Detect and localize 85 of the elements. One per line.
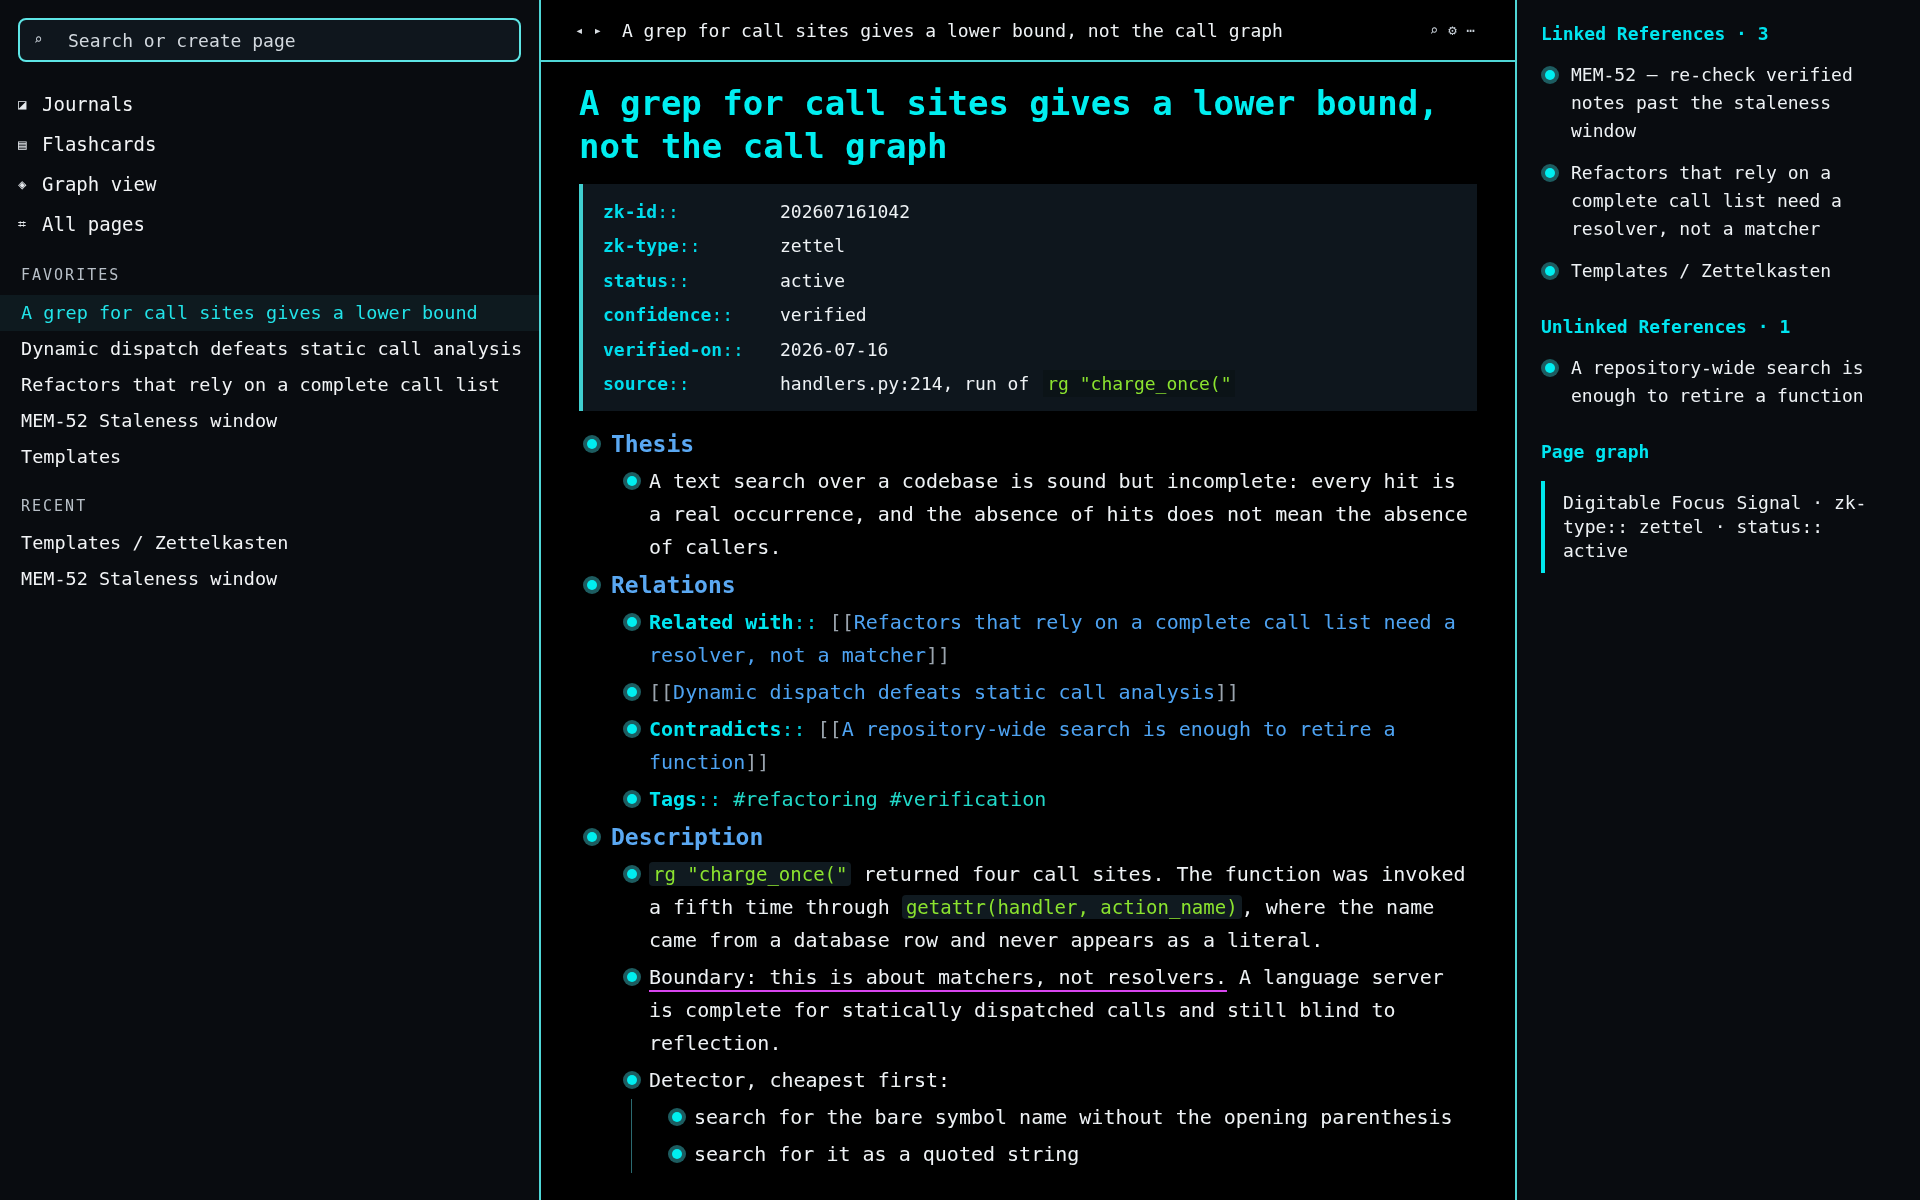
page-title-label: A grep for call sites gives a lower bound, not the call graph xyxy=(621,18,1284,43)
property-value: active xyxy=(780,268,846,293)
references-heading: Unlinked References · 1 xyxy=(1541,315,1792,339)
block-text: search for the bare symbol name without the opening parenthesis xyxy=(694,1104,1453,1131)
block-text: Contradicts:: [[A repository-wide search is enough to retire a function]] xyxy=(649,716,1397,776)
section-heading: FAVORITES xyxy=(20,265,122,286)
page-link[interactable]: Refactors that rely on a complete call list need a xyxy=(853,610,1456,634)
bullet-icon xyxy=(668,1108,686,1126)
reference-link[interactable]: MEM-52 — re-check verified notes past the staleness window xyxy=(1571,61,1871,145)
references-heading: Linked References · 3 xyxy=(1541,22,1770,46)
more-button[interactable]: ⋯ xyxy=(1466,19,1475,41)
property-key: zk-id:: xyxy=(603,197,780,225)
block-text: Boundary: this is about matchers, not resolvers. A language server is complete for statically dispatched calls and still blind to reflection. xyxy=(649,964,1445,1057)
page-link[interactable]: resolver, not a matcher xyxy=(649,643,926,667)
page-item[interactable]: Templates xyxy=(0,438,539,475)
hash-icon: ⌗ xyxy=(18,213,32,235)
page-item[interactable]: A grep for call sites gives a lower bound xyxy=(0,294,539,331)
forward-button[interactable]: ▸ xyxy=(593,19,602,41)
block-text: A text search over a codebase is sound but incomplete: every hit is a real occurrence, and the absence of hits does not mean the absence of callers. xyxy=(649,468,1469,561)
bullet-icon xyxy=(623,968,641,986)
page-link[interactable]: Dynamic dispatch defeats static call analysis xyxy=(673,680,1215,704)
property-value: verified xyxy=(780,303,867,328)
nav-link[interactable]: Journals xyxy=(42,89,134,119)
bullet-icon xyxy=(623,1071,641,1089)
back-button[interactable]: ◂ xyxy=(575,19,584,41)
section-heading: Description xyxy=(611,822,764,852)
reference-link[interactable]: Refactors that rely on a complete call list need a resolver, not a matcher xyxy=(1571,159,1871,243)
property-value: zettel xyxy=(780,234,846,259)
property-value: handlers.py:214, run of xyxy=(780,372,1030,397)
tag-link[interactable]: #verification xyxy=(889,787,1047,811)
section-heading: Thesis xyxy=(611,429,695,459)
bullet-icon xyxy=(1541,164,1559,182)
block-text: [[Dynamic dispatch defeats static call analysis]] xyxy=(649,679,1241,706)
block-text: Detector, cheapest first: xyxy=(649,1067,952,1094)
nav-link[interactable]: Graph view xyxy=(42,169,157,199)
settings-button[interactable]: ⚙ xyxy=(1448,19,1457,41)
list-icon: ▤ xyxy=(18,133,32,155)
search-icon: ⌕ xyxy=(34,30,43,48)
page-item[interactable]: MEM-52 Staleness window xyxy=(0,561,539,597)
nav-link[interactable]: Flashcards xyxy=(42,129,157,159)
bullet-icon xyxy=(583,576,601,594)
bullet-icon xyxy=(583,828,601,846)
inline-code: getattr(handler, action_name) xyxy=(901,895,1242,919)
bullet-icon xyxy=(623,613,641,631)
bullet-icon xyxy=(623,720,641,738)
property-value: 2026-07-16 xyxy=(780,337,889,362)
bullet-icon xyxy=(1541,359,1559,377)
bullet-icon xyxy=(623,790,641,808)
page-title: A grep for call sites gives a lower bound, not the call graph xyxy=(579,82,1440,168)
block-text: Related with:: [[Refactors that rely on a complete call list need a resolver, not a matcher]] xyxy=(649,609,1457,669)
property-key: zk-type:: xyxy=(603,232,780,260)
page-item[interactable]: Refactors that rely on a complete call list xyxy=(0,366,539,403)
page-link[interactable]: A repository-wide search is enough to retire a xyxy=(841,717,1396,741)
property-key: verified-on:: xyxy=(603,335,780,363)
graph-summary: Digitable Focus Signal · zk-type:: zettel · status:: active xyxy=(1541,481,1881,573)
tag-link[interactable]: #refactoring xyxy=(733,787,878,811)
bullet-icon xyxy=(1541,262,1559,280)
property-key: status:: xyxy=(603,266,780,294)
graph-heading: Page graph xyxy=(1541,440,1651,464)
bullet-icon xyxy=(623,865,641,883)
inline-code: rg "charge_once(" xyxy=(1043,370,1236,398)
page-item[interactable]: Templates / Zettelkasten xyxy=(0,525,539,561)
property-value: 202607161042 xyxy=(780,199,911,224)
reference-link[interactable]: Templates / Zettelkasten xyxy=(1571,257,1871,285)
page-link[interactable]: function xyxy=(649,750,746,774)
diamond-icon: ◈ xyxy=(18,173,32,195)
bullet-icon xyxy=(623,683,641,701)
page-item[interactable]: Dynamic dispatch defeats static call analysis xyxy=(0,330,539,367)
bullet-icon xyxy=(623,472,641,490)
section-heading: Relations xyxy=(611,570,736,600)
bullet-icon xyxy=(583,435,601,453)
bullet-icon xyxy=(668,1145,686,1163)
property-key: source:: xyxy=(603,370,780,398)
square-icon: ◪ xyxy=(18,93,32,115)
block-text: Tags:: #refactoring #verification xyxy=(649,786,1048,813)
section-heading: RECENT xyxy=(20,495,89,517)
property-key: confidence:: xyxy=(603,301,780,329)
reference-link[interactable]: A repository-wide search is enough to retire a function xyxy=(1571,354,1871,410)
page-item[interactable]: MEM-52 Staleness window xyxy=(0,402,539,439)
search-button[interactable]: ⌕ xyxy=(1429,19,1439,41)
inline-code: rg "charge_once(" xyxy=(649,862,852,886)
block-text: search for it as a quoted string xyxy=(694,1141,1080,1168)
block-text: rg "charge_once(" returned four call sites. The function was invoked a fifth time through getattr(handler, action_name) , where the name came from a database row and never appears as a literal. xyxy=(649,861,1467,954)
nav-link[interactable]: All pages xyxy=(42,209,145,239)
bullet-icon xyxy=(1541,66,1559,84)
